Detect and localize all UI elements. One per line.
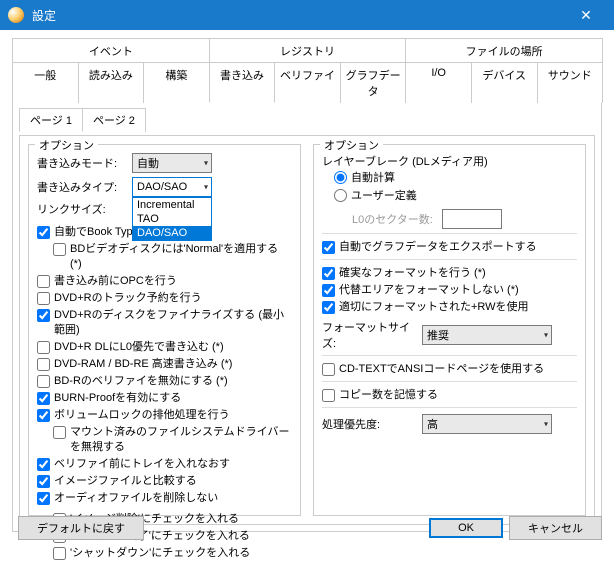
layerbreak-user-label: ユーザー定義 <box>351 187 417 203</box>
write-type-value: DAO/SAO <box>137 181 187 193</box>
write-type-opt-tao[interactable]: TAO <box>133 212 211 226</box>
left-check-10[interactable] <box>53 426 66 439</box>
left-check-4[interactable] <box>37 309 50 322</box>
cancel-button[interactable]: キャンセル <box>509 516 602 540</box>
subtab-page1[interactable]: ページ 1 <box>19 108 83 132</box>
left-check2-2[interactable] <box>53 547 66 560</box>
format-size-value: 推奨 <box>427 327 449 343</box>
chevron-down-icon: ▾ <box>544 420 548 429</box>
tab-read[interactable]: 読み込み <box>78 62 145 103</box>
write-mode-label: 書き込みモード: <box>37 155 132 171</box>
priority-combo[interactable]: 高 ▾ <box>422 414 552 434</box>
tab-file-locations[interactable]: ファイルの場所 <box>405 38 603 63</box>
left-check-1[interactable] <box>53 243 66 256</box>
left-check-label-13: オーディオファイルを削除しない <box>54 491 218 506</box>
auto-export-check[interactable] <box>322 241 335 254</box>
left-check-7[interactable] <box>37 375 50 388</box>
left-check-11[interactable] <box>37 458 50 471</box>
left-check-label-10: マウント済みのファイルシステムドライバーを無視する <box>70 425 292 455</box>
write-type-combo[interactable]: DAO/SAO ▾ Incremental TAO DAO/SAO <box>132 177 212 197</box>
write-mode-value: 自動 <box>137 155 159 171</box>
left-check-label-4: DVD+Rのディスクをファイナライズする (最小範囲) <box>54 308 292 338</box>
layerbreak-label: レイヤーブレーク (DLメディア用) <box>322 153 577 169</box>
layerbreak-auto-radio[interactable] <box>334 171 347 184</box>
left-check-label-1: BDビデオディスクには'Normal'を適用する (*) <box>70 242 292 272</box>
left-group-title: オプション <box>35 137 98 153</box>
left-check-12[interactable] <box>37 475 50 488</box>
left-check-3[interactable] <box>37 292 50 305</box>
format-check-label-2: 適切にフォーマットされた+RWを使用 <box>339 300 529 315</box>
titlebar: 設定 ✕ <box>0 0 614 30</box>
tab-io[interactable]: I/O <box>405 62 472 103</box>
close-icon[interactable]: ✕ <box>566 7 606 24</box>
right-group-title: オプション <box>320 137 383 153</box>
write-type-label: 書き込みタイプ: <box>37 179 132 195</box>
left-check-label-2: 書き込み前にOPCを行う <box>54 274 177 289</box>
tab-sound[interactable]: サウンド <box>537 62 604 103</box>
left-check-label-9: ボリュームロックの排他処理を行う <box>54 408 230 423</box>
l0-sectors-label: L0のセクター数: <box>352 211 442 227</box>
subtab-page2[interactable]: ページ 2 <box>82 108 146 132</box>
format-check-1[interactable] <box>322 284 335 297</box>
chevron-down-icon: ▾ <box>204 183 208 192</box>
chevron-down-icon: ▾ <box>544 331 548 340</box>
tab-events[interactable]: イベント <box>12 38 210 63</box>
app-icon <box>8 7 24 23</box>
left-check-label-7: BD-Rのベリファイを無効にする (*) <box>54 374 228 389</box>
left-check-5[interactable] <box>37 341 50 354</box>
layerbreak-auto-label: 自動計算 <box>351 169 395 185</box>
remember-copies-label: コピー数を記憶する <box>339 388 438 403</box>
priority-value: 高 <box>427 416 438 432</box>
format-check-label-1: 代替エリアをフォーマットしない (*) <box>339 283 519 298</box>
write-type-dropdown: Incremental TAO DAO/SAO <box>132 197 212 241</box>
tabs-row-2: 一般 読み込み 構築 書き込み ベリファイ グラフデータ I/O デバイス サウ… <box>12 62 602 103</box>
left-check-0[interactable] <box>37 226 50 239</box>
left-check-8[interactable] <box>37 392 50 405</box>
write-mode-combo[interactable]: 自動 ▾ <box>132 153 212 173</box>
left-check-2[interactable] <box>37 275 50 288</box>
left-check-label-12: イメージファイルと比較する <box>54 474 197 489</box>
format-check-0[interactable] <box>322 267 335 280</box>
left-check-6[interactable] <box>37 358 50 371</box>
cdtext-check[interactable] <box>322 363 335 376</box>
format-size-combo[interactable]: 推奨 ▾ <box>422 325 552 345</box>
left-check-label-6: DVD-RAM / BD-RE 高速書き込み (*) <box>54 357 232 372</box>
subtabs: ページ 1 ページ 2 <box>19 108 595 132</box>
tab-verify[interactable]: ベリファイ <box>274 62 341 103</box>
left-check-label-5: DVD+R DLにL0優先で書き込む (*) <box>54 340 224 355</box>
tab-general[interactable]: 一般 <box>12 62 79 103</box>
remember-copies-check[interactable] <box>322 389 335 402</box>
tab-build[interactable]: 構築 <box>143 62 210 103</box>
layerbreak-user-radio[interactable] <box>334 189 347 202</box>
left-check-13[interactable] <box>37 492 50 505</box>
write-type-opt-daosao[interactable]: DAO/SAO <box>133 226 211 240</box>
tab-registry[interactable]: レジストリ <box>209 38 407 63</box>
window-title: 設定 <box>32 7 566 24</box>
tab-device[interactable]: デバイス <box>471 62 538 103</box>
format-check-label-0: 確実なフォーマットを行う (*) <box>339 266 486 281</box>
priority-label: 処理優先度: <box>322 416 422 432</box>
left-check-label-3: DVD+Rのトラック予約を行う <box>54 291 202 306</box>
link-size-label: リンクサイズ: <box>37 201 132 217</box>
defaults-button[interactable]: デフォルトに戻す <box>18 516 144 540</box>
format-check-2[interactable] <box>322 301 335 314</box>
tab-graphdata[interactable]: グラフデータ <box>340 62 407 103</box>
left-check-label-8: BURN-Proofを有効にする <box>54 391 181 406</box>
auto-export-label: 自動でグラフデータをエクスポートする <box>339 240 537 255</box>
chevron-down-icon: ▾ <box>204 159 208 168</box>
left-check-label-11: ベリファイ前にトレイを入れなおす <box>54 457 230 472</box>
tabs-row-1: イベント レジストリ ファイルの場所 <box>12 38 602 63</box>
format-size-label: フォーマットサイズ: <box>322 319 422 351</box>
l0-sectors-input[interactable] <box>442 209 502 229</box>
left-check-9[interactable] <box>37 409 50 422</box>
write-type-opt-incremental[interactable]: Incremental <box>133 198 211 212</box>
ok-button[interactable]: OK <box>429 518 503 538</box>
left-check2-label-2: 'シャットダウン'にチェックを入れる <box>70 546 250 561</box>
cdtext-label: CD-TEXTでANSIコードページを使用する <box>339 362 544 377</box>
tab-write[interactable]: 書き込み <box>209 62 276 103</box>
